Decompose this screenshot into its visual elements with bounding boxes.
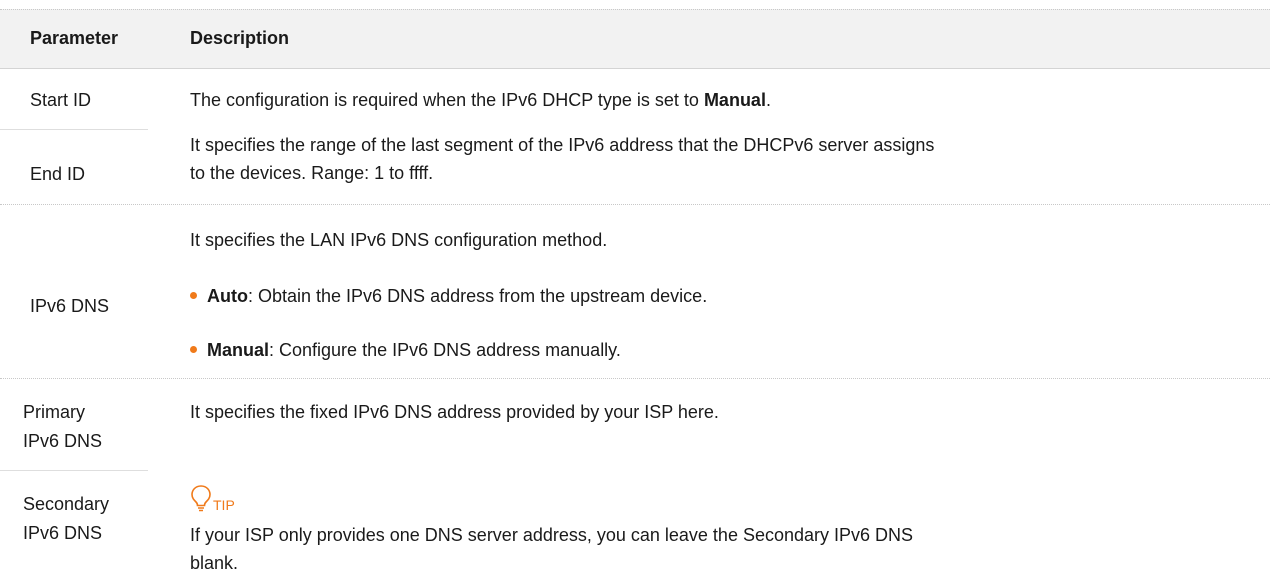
- desc-end-id-line1: It specifies the range of the last segme…: [190, 135, 935, 155]
- desc-start-id-bold: Manual: [703, 90, 766, 110]
- desc-secondary-dns-line1: If your ISP only provides one DNS server…: [190, 525, 914, 545]
- bullet-manual-term: Manual: [207, 340, 270, 360]
- header-rule: [0, 68, 1270, 69]
- parameter-table: Parameter Description Start ID The confi…: [0, 0, 1270, 580]
- desc-secondary-dns-line2: blank.: [190, 553, 239, 573]
- param-secondary-dns-line2: IPv6 DNS: [23, 523, 103, 543]
- param-primary-dns-line1: Primary: [23, 402, 85, 422]
- desc-start-id-text: The configuration is required when the I…: [190, 90, 704, 110]
- desc-start-id: The configuration is required when the I…: [190, 86, 771, 114]
- bullet-manual-text: : Configure the IPv6 DNS address manuall…: [269, 340, 621, 360]
- bullet-auto-text: : Obtain the IPv6 DNS address from the u…: [247, 286, 708, 306]
- tip-label: TIP: [213, 497, 235, 513]
- desc-primary-dns: It specifies the fixed IPv6 DNS address …: [190, 402, 719, 422]
- bullet-auto: Auto: Obtain the IPv6 DNS address from t…: [190, 282, 707, 310]
- param-primary-dns-line2: IPv6 DNS: [23, 431, 103, 451]
- header-parameter: Parameter: [30, 28, 119, 48]
- param-ipv6-dns: IPv6 DNS: [30, 296, 110, 316]
- header-description: Description: [190, 28, 290, 48]
- tip-callout: TIP: [190, 482, 235, 512]
- param-end-id: End ID: [30, 164, 86, 184]
- param-secondary-dns-line1: Secondary: [23, 494, 110, 514]
- desc-end-id-line2: to the devices. Range: 1 to ffff.: [190, 163, 434, 183]
- row-rule: [0, 204, 1270, 205]
- bullet-icon: [190, 345, 197, 353]
- param-start-id: Start ID: [30, 90, 92, 110]
- bullet-icon: [190, 291, 197, 299]
- param-divider: [0, 470, 148, 471]
- row-rule: [0, 378, 1270, 379]
- desc-start-id-suffix: .: [765, 90, 771, 110]
- param-divider: [0, 129, 148, 130]
- desc-ipv6-dns-intro: It specifies the LAN IPv6 DNS configurat…: [190, 230, 608, 250]
- lightbulb-icon: [191, 485, 211, 512]
- bullet-auto-term: Auto: [207, 286, 248, 306]
- table-top-rule: [0, 9, 1270, 10]
- bullet-manual: Manual: Configure the IPv6 DNS address m…: [190, 336, 621, 364]
